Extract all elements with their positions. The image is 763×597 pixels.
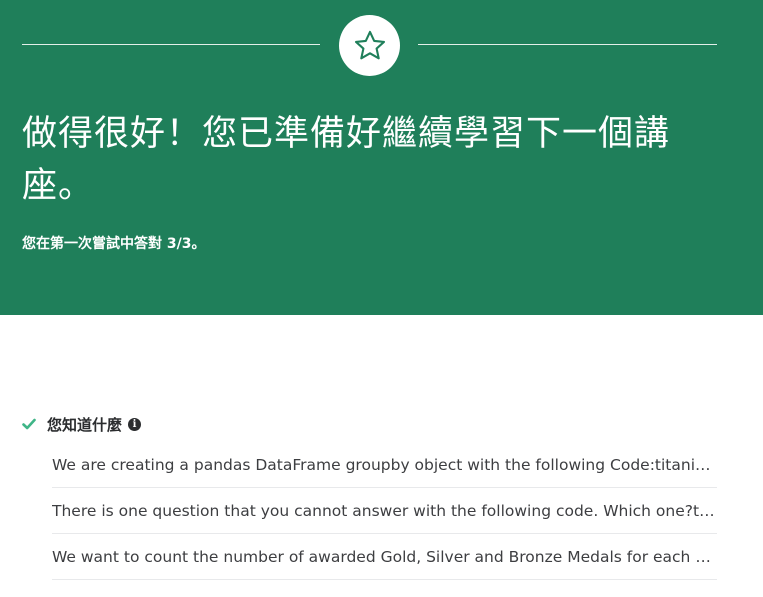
question-item[interactable]: We want to count the number of awarded G… — [52, 534, 717, 580]
question-item[interactable]: There is one question that you cannot an… — [52, 488, 717, 534]
star-badge — [339, 15, 400, 76]
results-banner: 做得很好！您已準備好繼續學習下一個講座。 您在第一次嘗試中答對 3/3。 — [0, 0, 763, 315]
question-text: We want to count the number of awarded G… — [52, 547, 717, 566]
divider-left — [22, 44, 320, 45]
star-icon — [354, 30, 385, 59]
result-headline: 做得很好！您已準備好繼續學習下一個講座。 — [22, 114, 671, 206]
score-summary: 您在第一次嘗試中答對 3/3。 — [22, 236, 206, 252]
question-list: We are creating a pandas DataFrame group… — [52, 442, 717, 580]
knowledge-section-header: 您知道什麼 i — [22, 413, 142, 435]
question-text: There is one question that you cannot an… — [52, 501, 717, 520]
check-icon — [22, 416, 38, 432]
section-title: 您知道什麼 — [47, 415, 123, 434]
divider-right — [418, 44, 717, 45]
info-icon[interactable]: i — [128, 417, 142, 431]
question-text: We are creating a pandas DataFrame group… — [52, 455, 717, 474]
question-item[interactable]: We are creating a pandas DataFrame group… — [52, 442, 717, 488]
